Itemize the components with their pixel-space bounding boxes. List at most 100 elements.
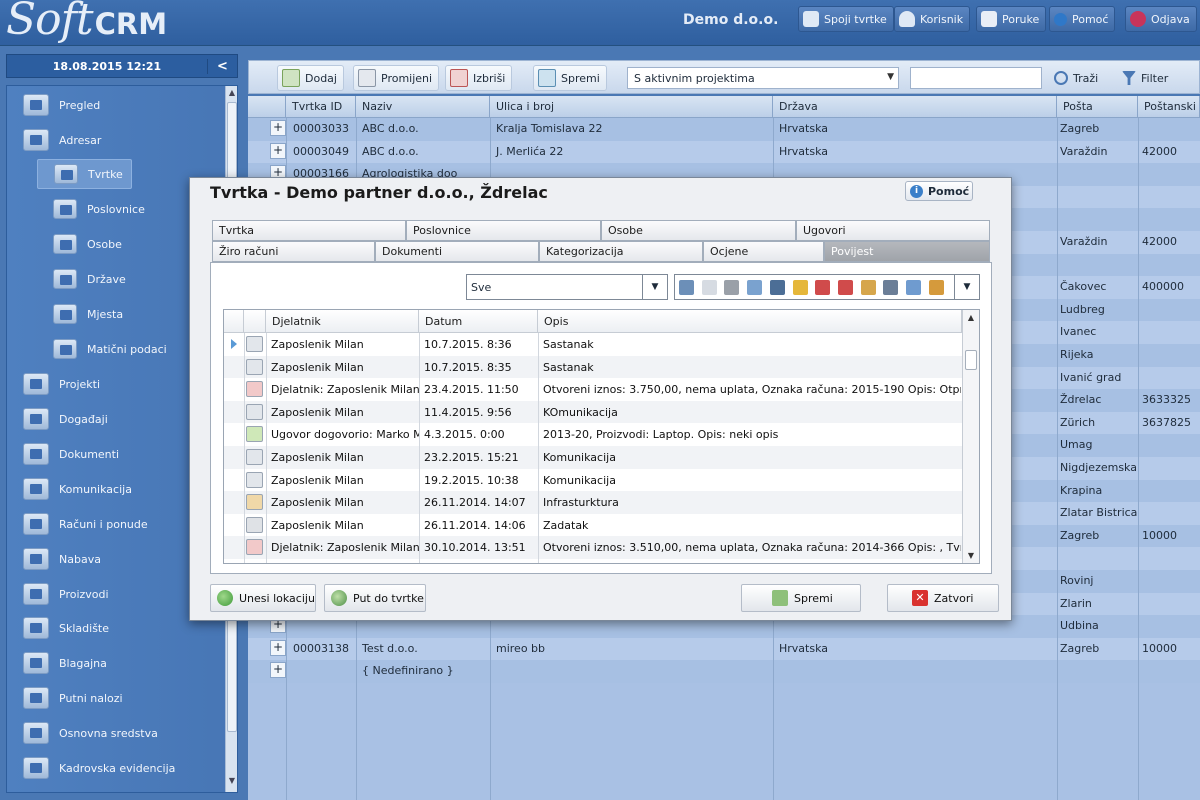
sidebar-item-komunikacija[interactable]: Komunikacija — [23, 474, 132, 504]
sidebar-item-racuni-i-ponude[interactable]: Računi i ponude — [23, 509, 148, 539]
sidebar-item-putni-nalozi[interactable]: Putni nalozi — [23, 683, 123, 713]
search-button[interactable]: Traži — [1049, 65, 1105, 91]
dialog-save-button[interactable]: Spremi — [741, 584, 861, 612]
expand-row-icon[interactable]: + — [270, 142, 286, 159]
calendar-icon — [23, 408, 49, 430]
history-header-date[interactable]: Datum — [419, 310, 538, 333]
package-icon[interactable] — [860, 280, 876, 295]
user-button[interactable]: Korisnik — [894, 6, 971, 32]
table-row[interactable]: Djelatnik: Zaposlenik Milan 30.10.2014. 1… — [224, 536, 962, 559]
sidebar-item-drzave[interactable]: Države — [53, 264, 126, 294]
table-row[interactable]: Djelatnik: Zaposlenik Milan 23.4.2015. 11… — [224, 378, 962, 401]
route-to-company-button[interactable]: Put do tvrtke — [324, 584, 426, 612]
add-button[interactable]: Dodaj — [277, 65, 344, 91]
table-row[interactable]: Zaposlenik Milan 26.11.2014. 14:07 Infrast… — [224, 491, 962, 514]
history-icon-filter[interactable]: ▼ — [674, 274, 980, 300]
sidebar-item-pregled[interactable]: Pregled — [23, 90, 100, 120]
help-button[interactable]: Pomoć — [1049, 6, 1116, 32]
tab-osobe[interactable]: Osobe — [601, 220, 796, 241]
sidebar-item-dokumenti[interactable]: Dokumenti — [23, 439, 119, 469]
enter-location-button[interactable]: Unesi lokaciju — [210, 584, 316, 612]
logout-button[interactable]: Odjava — [1125, 6, 1197, 32]
coins-icon[interactable] — [792, 280, 808, 295]
history-scrollbar[interactable]: ▲ ▼ — [962, 310, 979, 563]
sidebar-item-dogadaji[interactable]: Događaji — [23, 404, 108, 434]
grid-header-street[interactable]: Ulica i broj — [490, 96, 773, 118]
history-scroll-thumb[interactable] — [965, 350, 977, 370]
expand-row-icon[interactable]: + — [270, 120, 286, 136]
dialog-close-button[interactable]: ✕ Zatvori — [887, 584, 999, 612]
table-row[interactable]: Zaposlenik Milan 11.4.2015. 9:56 KOmunikac… — [224, 400, 962, 424]
car-icon[interactable] — [769, 280, 785, 295]
sidebar-item-osnovna-sredstva[interactable]: Osnovna sredstva — [23, 718, 158, 748]
sidebar-collapse-button[interactable]: < — [207, 58, 237, 74]
tab-ziro-racuni[interactable]: Žiro računi — [212, 241, 375, 262]
contact-person-icon[interactable] — [928, 280, 944, 295]
envelope-icon — [246, 336, 263, 352]
edit-button[interactable]: Promijeni — [353, 65, 440, 91]
cell-date: 23.4.2015. 11:50 — [424, 383, 519, 397]
grid-header-city[interactable]: Pošta — [1057, 96, 1138, 118]
delete-button[interactable]: Izbriši — [445, 65, 513, 91]
table-row[interactable]: Zaposlenik Milan 19.2.2015. 10:38 Komunika… — [224, 469, 962, 492]
sidebar-item-mjesta[interactable]: Mjesta — [53, 299, 123, 329]
save-toolbar-button[interactable]: Spremi — [533, 65, 607, 91]
sidebar-item-proizvodi[interactable]: Proizvodi — [23, 579, 109, 609]
table-row[interactable]: Zaposlenik Milan 10.7.2015. 8:36 Sastanak — [224, 333, 962, 356]
sidebar-item-poslovnice[interactable]: Poslovnice — [53, 194, 145, 224]
sidebar-item-kadrovska-evidencija[interactable]: Kadrovska evidencija — [23, 753, 175, 783]
email-icon[interactable] — [747, 280, 763, 295]
scroll-up-icon[interactable]: ▲ — [226, 88, 237, 102]
tab-tvrtka[interactable]: Tvrtka — [212, 220, 406, 241]
expand-row-icon[interactable]: + — [270, 639, 286, 656]
tab-povijest[interactable]: Povijest — [824, 241, 990, 262]
history-header-description[interactable]: Opis — [538, 310, 962, 333]
grid-header-zip[interactable]: Poštanski — [1138, 96, 1200, 118]
help-label: Pomoć — [1072, 12, 1109, 26]
tab-ocjene[interactable]: Ocjene — [703, 241, 824, 262]
note-edit-icon[interactable] — [883, 280, 899, 295]
project-filter-select[interactable]: S aktivnim projektima ▼ — [627, 67, 899, 89]
sidebar-item-osobe[interactable]: Osobe — [53, 229, 122, 259]
sidebar-item-nabava[interactable]: Nabava — [23, 544, 101, 574]
envelope-icon — [246, 403, 263, 420]
sidebar-item-maticni-podaci[interactable]: Matični podaci — [53, 334, 167, 364]
expand-row-icon[interactable]: + — [270, 662, 286, 679]
chevron-down-icon[interactable]: ▼ — [954, 275, 979, 299]
sidebar-item-skladiste[interactable]: Skladište — [23, 613, 109, 643]
search-input[interactable] — [910, 67, 1042, 89]
envelope-icon[interactable] — [701, 280, 717, 295]
table-row[interactable]: Zaposlenik Milan 26.11.2014. 14:06 Zadatak — [224, 514, 962, 537]
invoice-red-icon[interactable] — [815, 280, 831, 295]
history-header-employee[interactable]: Djelatnik — [266, 310, 419, 333]
scroll-down-icon[interactable]: ▼ — [963, 551, 979, 560]
wrench-icon[interactable] — [679, 280, 694, 295]
grid-header-name[interactable]: Naziv — [356, 96, 490, 118]
table-row[interactable]: Zaposlenik Milan 23.2.2015. 15:21 Komunika… — [224, 446, 962, 469]
tab-dokumenti[interactable]: Dokumenti — [375, 241, 539, 262]
dialog-help-button[interactable]: i Pomoć — [905, 181, 973, 201]
tab-poslovnice[interactable]: Poslovnice — [406, 220, 601, 241]
sidebar-item-adresar[interactable]: Adresar — [23, 125, 101, 155]
cell-city: Udbina — [1060, 619, 1099, 633]
cell-desc: Komunikacija — [543, 473, 616, 487]
merge-companies-button[interactable]: Spoji tvrtke — [798, 6, 894, 32]
grid-header-country[interactable]: Država — [773, 96, 1057, 118]
gear-icon[interactable] — [724, 280, 740, 295]
sidebar-item-projekti[interactable]: Projekti — [23, 369, 100, 399]
tab-kategorizacija[interactable]: Kategorizacija — [539, 241, 703, 262]
grid-header-id[interactable]: Tvrtka ID — [286, 96, 356, 118]
filter-button[interactable]: Filter — [1117, 65, 1175, 91]
table-row[interactable]: Ugovor dogovorio: Marko M 4.3.2015. 0:00 2… — [224, 423, 962, 446]
scroll-up-icon[interactable]: ▲ — [963, 313, 979, 322]
invoice-red-alt-icon[interactable] — [837, 280, 853, 295]
scroll-down-icon[interactable]: ▼ — [226, 776, 237, 790]
branch-icon — [53, 199, 77, 219]
sidebar-item-tvrtke[interactable]: Tvrtke — [37, 159, 132, 189]
messages-button[interactable]: Poruke — [976, 6, 1047, 32]
notepad-icon[interactable] — [906, 280, 921, 295]
history-type-select[interactable]: Sve ▼ — [466, 274, 668, 300]
tab-ugovori[interactable]: Ugovori — [796, 220, 990, 241]
table-row[interactable]: Zaposlenik Milan 10.7.2015. 8:35 Sastanak — [224, 355, 962, 379]
sidebar-item-blagajna[interactable]: Blagajna — [23, 648, 107, 678]
